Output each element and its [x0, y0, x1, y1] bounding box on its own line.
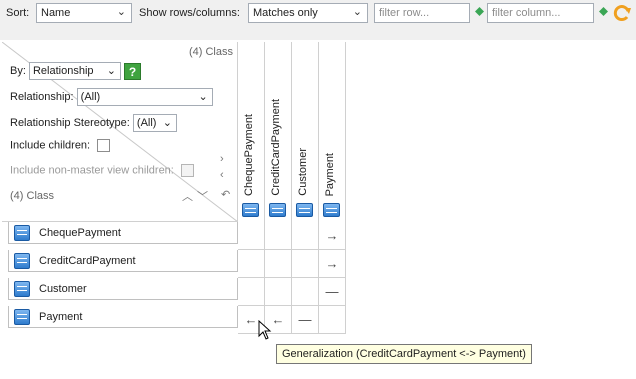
chevron-right-icon[interactable]: › [220, 153, 224, 165]
matrix-config-panel: (4) Class By: Relationship ⌄ ? Relations… [2, 42, 238, 222]
show-select[interactable]: Matches only ⌄ [248, 3, 368, 23]
chevron-down-icon: ⌄ [106, 65, 116, 77]
mouse-cursor-icon [258, 320, 272, 340]
chevron-down-icon: ⌄ [116, 6, 126, 18]
chevron-left-icon[interactable]: ‹ [220, 169, 224, 181]
class-icon [14, 281, 30, 297]
matrix-cell[interactable]: → [319, 222, 346, 250]
row-header-credit-card-payment[interactable]: CreditCardPayment [8, 250, 238, 272]
matrix-cell[interactable] [238, 278, 265, 306]
chevron-down-icon: ⌄ [198, 91, 208, 103]
matrix-cell[interactable] [238, 222, 265, 250]
matrix-cell[interactable]: → [319, 250, 346, 278]
class-icon [242, 203, 259, 217]
class-icon [14, 309, 30, 325]
row-header-payment[interactable]: Payment [8, 306, 238, 328]
matrix-cell[interactable] [292, 278, 319, 306]
column-header-credit-card-payment[interactable]: CreditCardPayment [265, 42, 292, 222]
by-select-value: Relationship [32, 65, 94, 77]
class-icon [296, 203, 313, 217]
include-nonmaster-checkbox[interactable] [180, 164, 194, 177]
filter-column-input[interactable]: filter column... [487, 3, 594, 23]
include-children-label: Include children: [10, 139, 91, 152]
matrix-cell[interactable] [238, 250, 265, 278]
column-header-label: Payment [324, 152, 336, 196]
by-label: By: [10, 64, 26, 77]
class-icon [14, 253, 30, 269]
include-nonmaster-label: Include non-master view children: [10, 164, 174, 177]
column-header-label: ChequePayment [243, 114, 255, 196]
sort-down-icon[interactable]: ﹀ [197, 188, 208, 204]
by-select[interactable]: Relationship ⌄ [28, 62, 121, 80]
show-label: Show rows/columns: [139, 7, 240, 19]
class-icon [14, 225, 30, 241]
row-class-count: (4) Class [10, 190, 55, 202]
row-header-customer[interactable]: Customer [8, 278, 238, 300]
chevron-down-icon: ⌄ [352, 6, 362, 18]
chevron-down-icon: ⌄ [162, 117, 172, 129]
column-header-customer[interactable]: Customer [292, 42, 319, 222]
column-header-label: CreditCardPayment [270, 99, 282, 196]
filter-row-input[interactable]: filter row... [374, 3, 470, 23]
matrix-cell[interactable] [265, 278, 292, 306]
sort-up-icon[interactable]: ︿ [182, 188, 193, 204]
relationship-select[interactable]: (All) ⌄ [76, 88, 213, 106]
class-icon [323, 203, 340, 217]
matrix-cell[interactable] [319, 306, 346, 334]
column-class-count: (4) Class [188, 46, 233, 58]
matrix-cell[interactable] [292, 222, 319, 250]
stereotype-label: Relationship Stereotype: [10, 116, 130, 129]
column-header-cheque-payment[interactable]: ChequePayment [238, 42, 265, 222]
matrix-cell[interactable] [265, 250, 292, 278]
help-button[interactable]: ? [124, 62, 142, 80]
swap-icon[interactable]: ↶ [221, 188, 230, 201]
row-header-label: CreditCardPayment [39, 255, 136, 267]
column-header-payment[interactable]: Payment [319, 42, 346, 222]
sort-select[interactable]: Name ⌄ [36, 3, 132, 23]
sort-label: Sort: [6, 7, 30, 19]
matrix-cell[interactable] [265, 222, 292, 250]
refresh-icon[interactable] [612, 3, 632, 23]
relationship-select-value: (All) [80, 91, 101, 103]
include-children-checkbox[interactable] [97, 139, 111, 152]
matrix-cell[interactable]: — [319, 278, 346, 306]
column-header-label: Customer [297, 148, 309, 196]
filter-column-placeholder: filter column... [492, 7, 561, 19]
filter-column-icon[interactable] [599, 7, 608, 16]
row-header-label: Payment [39, 311, 83, 323]
relationship-tooltip: Generalization (CreditCardPayment <-> Pa… [276, 344, 532, 364]
stereotype-select-value: (All) [136, 117, 157, 129]
matrix-cell[interactable] [292, 250, 319, 278]
row-header-label: Customer [39, 283, 87, 295]
row-header-cheque-payment[interactable]: ChequePayment [8, 222, 238, 244]
relationship-label: Relationship: [10, 90, 74, 103]
class-icon [269, 203, 286, 217]
stereotype-select[interactable]: (All) ⌄ [132, 114, 177, 132]
show-select-value: Matches only [253, 7, 318, 19]
filter-row-placeholder: filter row... [379, 7, 430, 19]
matrix-toolbar: Sort: Name ⌄ Show rows/columns: Matches … [0, 0, 636, 26]
sort-select-value: Name [41, 7, 71, 19]
filter-row-icon[interactable] [475, 7, 484, 16]
row-header-label: ChequePayment [39, 227, 121, 239]
matrix-cell[interactable]: — [292, 306, 319, 334]
